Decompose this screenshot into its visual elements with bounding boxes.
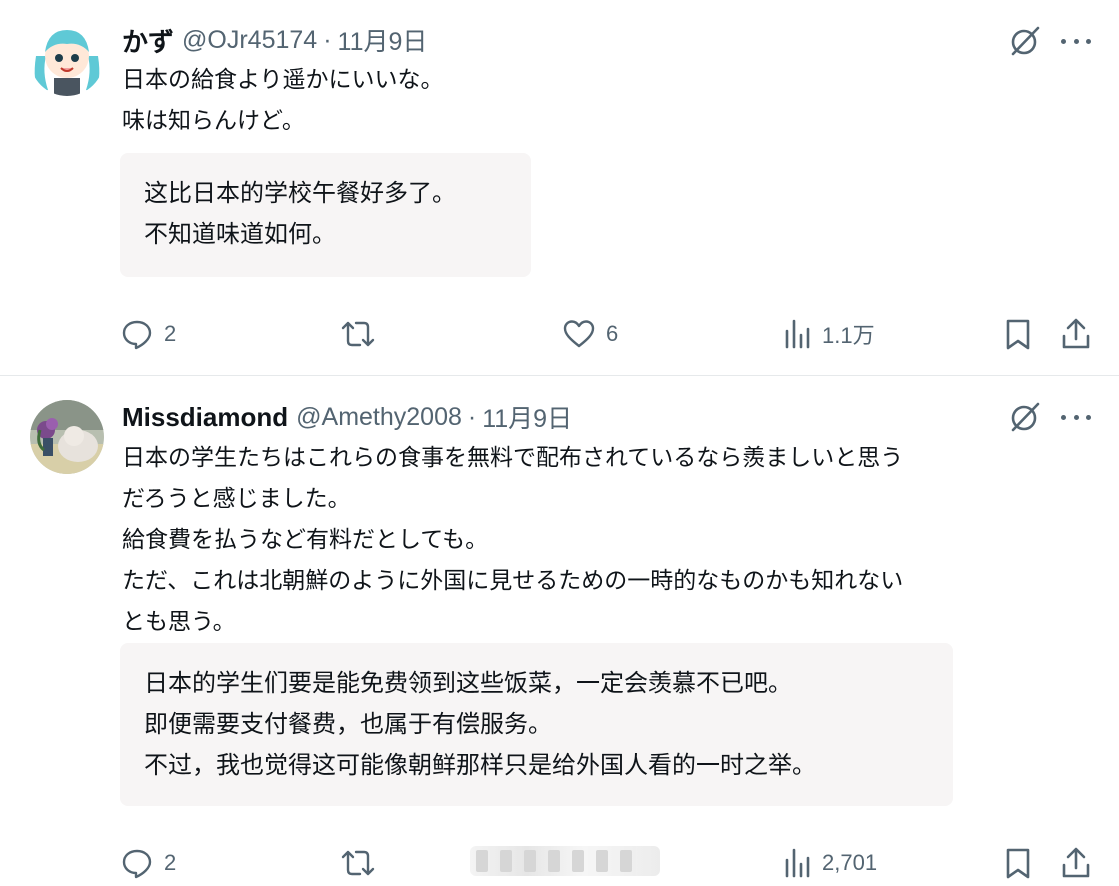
post-text-line: とも思う。 xyxy=(122,609,236,635)
post-text-line: 日本の給食より遥かにいいな。 xyxy=(122,67,444,93)
reply-button[interactable]: 2 xyxy=(120,314,176,354)
reply-bubble-icon xyxy=(122,320,152,350)
translation-line: 不知道味道如何。 xyxy=(144,220,336,248)
repost-button[interactable] xyxy=(340,314,376,354)
more-dots-icon[interactable] xyxy=(1061,23,1091,59)
repost-arrows-icon xyxy=(341,321,375,347)
bookmark-icon xyxy=(1006,848,1030,879)
post-text-line: 給食費を払うなど有料だとしても。 xyxy=(122,527,489,553)
post-text-line: 日本の学生たちはこれらの食事を無料で配布されているなら羨ましいと思う xyxy=(122,445,904,471)
user-handle[interactable]: @OJr45174 xyxy=(182,26,317,55)
avatar-anime-icon xyxy=(30,22,104,96)
post-text-line: だろうと感じました。 xyxy=(122,486,351,512)
post-date[interactable]: 11月9日 xyxy=(482,399,572,435)
heart-icon xyxy=(563,320,595,348)
repost-arrows-icon xyxy=(341,850,375,876)
views-button[interactable]: 2,701 xyxy=(784,843,877,883)
share-upload-icon xyxy=(1062,847,1090,878)
post-1[interactable]: かず @OJr45174 · 11月9日 日本の給食より遥かにいいな。 味は知ら… xyxy=(0,0,1119,375)
bar-chart-icon xyxy=(785,848,810,878)
post-header: かず @OJr45174 · 11月9日 xyxy=(122,23,427,57)
views-button[interactable]: 1.1万 xyxy=(784,314,875,354)
bookmark-button[interactable] xyxy=(1004,314,1032,354)
display-name[interactable]: かず xyxy=(122,22,174,59)
avatar-cat-photo-icon xyxy=(30,400,104,474)
share-upload-icon xyxy=(1062,318,1090,349)
more-dots-icon[interactable] xyxy=(1061,399,1091,435)
avatar[interactable] xyxy=(30,22,104,96)
translation-box: 日本的学生们要是能免费领到这些饭菜，一定会羡慕不已吧。 即便需要支付餐费，也属于… xyxy=(120,643,953,806)
reply-button[interactable]: 2 xyxy=(120,843,176,883)
post-text: 日本の給食より遥かにいいな。 味は知らんけど。 xyxy=(122,60,1092,142)
translation-line: 不过，我也觉得这可能像朝鲜那样只是给外国人看的一时之举。 xyxy=(144,751,816,779)
avatar[interactable] xyxy=(30,400,104,474)
post-text-line: ただ、これは北朝鮮のように外国に見せるための一時的なものかも知れない xyxy=(122,568,904,594)
view-count: 1.1万 xyxy=(822,323,875,348)
repost-button[interactable] xyxy=(340,843,376,883)
post-text: 日本の学生たちはこれらの食事を無料で配布されているなら羨ましいと思う だろうと感… xyxy=(122,438,1092,643)
translation-line: 日本的学生们要是能免费领到这些饭菜，一定会羡慕不已吧。 xyxy=(144,669,792,697)
bookmark-button[interactable] xyxy=(1004,843,1032,883)
user-handle[interactable]: @Amethy2008 xyxy=(296,403,462,432)
grok-slash-circle-icon[interactable] xyxy=(1007,399,1043,435)
like-count: 6 xyxy=(606,321,619,346)
separator-dot: · xyxy=(467,402,477,431)
post-text-line: 味は知らんけど。 xyxy=(122,108,305,134)
separator-dot: · xyxy=(323,25,332,54)
like-button[interactable]: 6 xyxy=(562,314,618,354)
bookmark-icon xyxy=(1006,319,1030,350)
share-button[interactable] xyxy=(1060,843,1092,883)
post-date[interactable]: 11月9日 xyxy=(338,22,428,58)
reply-count: 2 xyxy=(164,321,177,346)
reply-bubble-icon xyxy=(122,849,152,879)
share-button[interactable] xyxy=(1060,314,1092,354)
translation-box: 这比日本的学校午餐好多了。 不知道味道如何。 xyxy=(120,153,531,277)
translation-line: 这比日本的学校午餐好多了。 xyxy=(144,179,456,207)
post-header: Missdiamond @Amethy2008 · 11月9日 xyxy=(122,400,572,434)
action-bar: 2 6 1.1万 xyxy=(0,314,1119,354)
translation-line: 即便需要支付餐费，也属于有偿服务。 xyxy=(144,710,552,738)
grok-slash-circle-icon[interactable] xyxy=(1007,23,1043,59)
post-2[interactable]: Missdiamond @Amethy2008 · 11月9日 日本の学生たちは… xyxy=(0,376,1119,886)
blurred-watermark-overlay xyxy=(470,846,660,876)
display-name[interactable]: Missdiamond xyxy=(122,402,288,433)
reply-count: 2 xyxy=(164,850,177,875)
view-count: 2,701 xyxy=(822,850,878,875)
bar-chart-icon xyxy=(785,319,810,349)
